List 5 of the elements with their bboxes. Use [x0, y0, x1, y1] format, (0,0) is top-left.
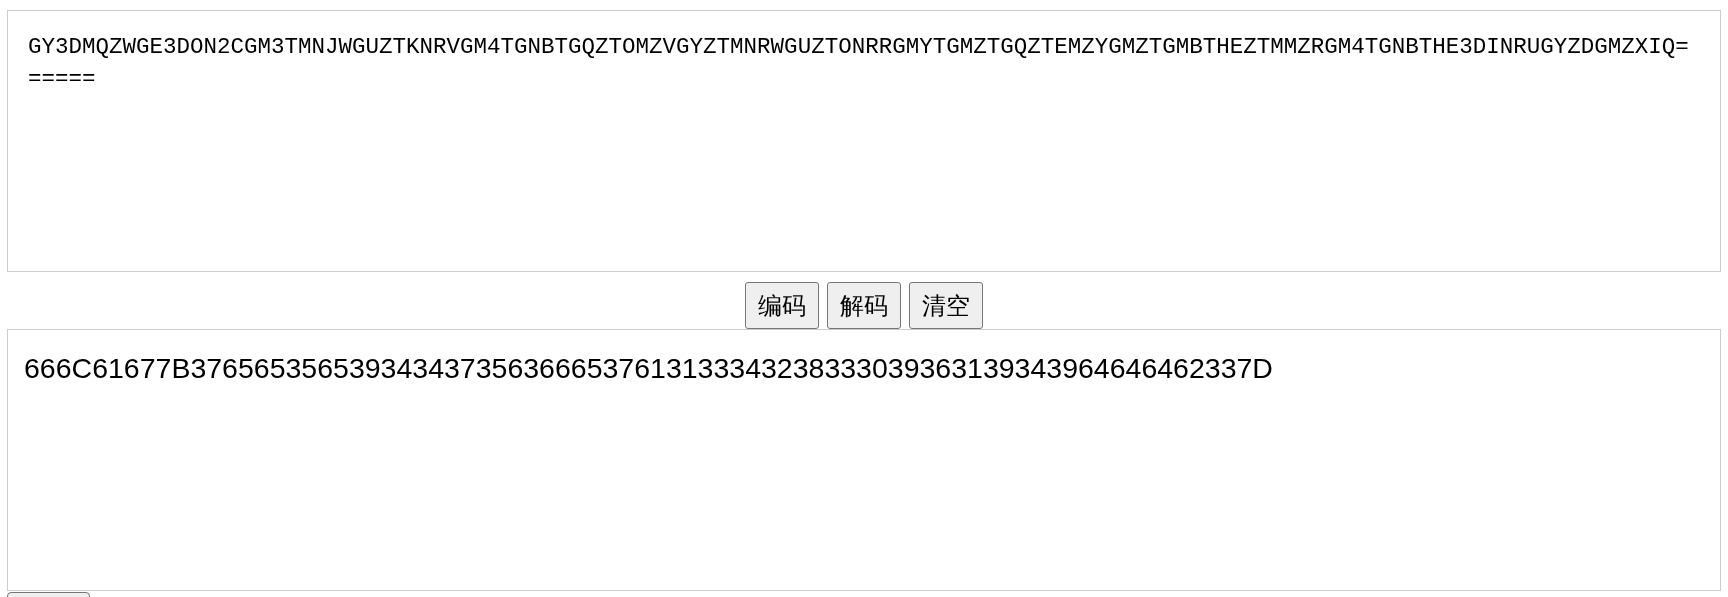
- action-button[interactable]: 清空: [909, 282, 983, 329]
- input-textarea[interactable]: GY3DMQZWGE3DON2CGM3TMNJWGUZTKNRVGM4TGNBTGQZTOMZVGYZTMNRWGUZTONRRGMYTGMZTGQZTEMZYGMZTGMBTHEZTMMZRGM4TGNBTHE3DINRUGYZDGMZXIQ======: [7, 10, 1721, 272]
- action-button[interactable]: 编码: [745, 282, 819, 329]
- action-button[interactable]: 解码: [827, 282, 901, 329]
- output-textarea[interactable]: 666C61677B3765653565393434373563666537613133343238333039363139343964646462337D: [7, 329, 1721, 591]
